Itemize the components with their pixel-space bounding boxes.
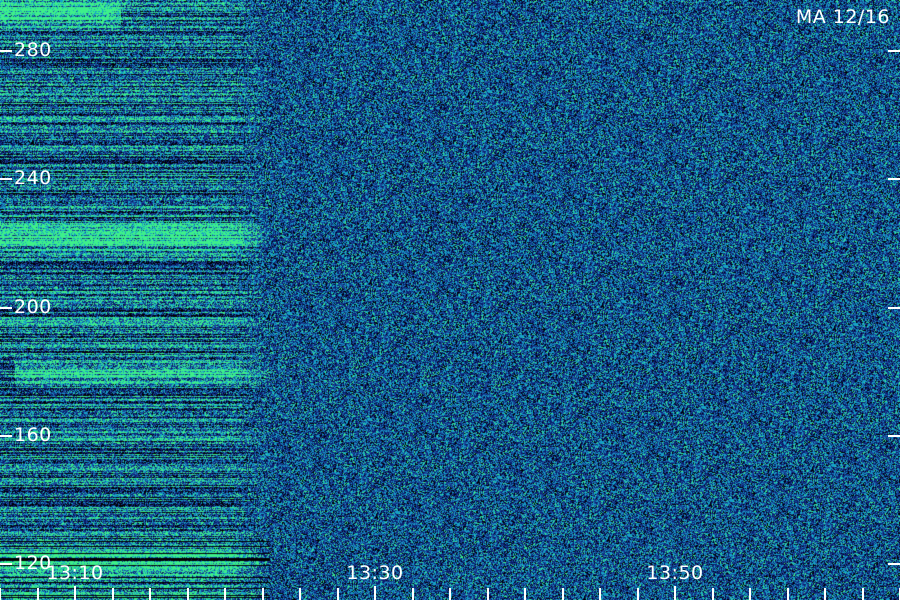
spectrogram-heatmap — [0, 0, 900, 600]
y-tick-left — [0, 50, 12, 53]
x-tick — [561, 588, 564, 600]
y-tick-left — [0, 434, 12, 437]
y-tick-right — [888, 50, 900, 53]
x-tick — [111, 588, 114, 600]
y-tick-label: 240 — [14, 167, 52, 190]
y-tick-label: 160 — [14, 423, 52, 446]
y-tick-left — [0, 562, 12, 565]
y-tick-label: 200 — [14, 295, 52, 318]
y-tick-right — [888, 306, 900, 309]
x-major-tick — [674, 586, 676, 600]
x-tick — [411, 588, 414, 600]
x-tick — [299, 588, 301, 600]
x-tick — [524, 588, 526, 600]
x-tick — [711, 588, 714, 600]
x-major-tick — [74, 586, 76, 600]
y-tick-right — [888, 434, 900, 437]
y-tick-right — [888, 562, 900, 565]
x-tick — [786, 588, 789, 600]
x-tick — [599, 588, 601, 600]
y-tick-right — [888, 178, 900, 181]
y-tick-label: 280 — [14, 39, 52, 62]
x-tick-label: 13:50 — [646, 562, 704, 584]
x-tick — [824, 588, 826, 600]
x-tick — [186, 588, 189, 600]
x-major-tick — [374, 586, 376, 600]
x-tick — [36, 588, 39, 600]
y-tick-left — [0, 178, 12, 181]
x-tick — [486, 588, 489, 600]
x-tick — [0, 588, 1, 600]
x-tick-label: 13:30 — [346, 562, 404, 584]
y-tick-left — [0, 306, 12, 309]
x-tick — [449, 588, 451, 600]
x-tick — [749, 588, 751, 600]
corner-annotation: MA 12/16 — [795, 6, 890, 28]
x-tick-label: 13:10 — [46, 562, 104, 584]
x-tick — [224, 588, 226, 600]
x-tick — [261, 588, 264, 600]
x-tick — [636, 588, 639, 600]
x-tick — [336, 588, 339, 600]
x-tick — [861, 588, 864, 600]
spectrogram-panel: MA 12/16 120 160 200 240 280 13:10 13:30 13:50 — [0, 0, 900, 600]
x-tick — [149, 588, 151, 600]
